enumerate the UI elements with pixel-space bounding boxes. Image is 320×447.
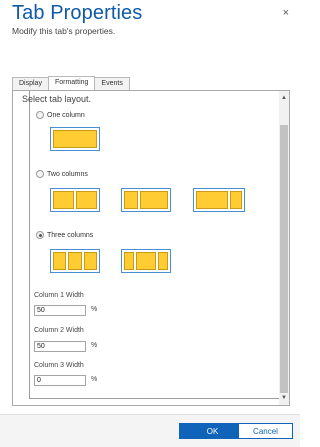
tab-events[interactable]: Events: [94, 77, 130, 90]
layout-cell: [76, 191, 97, 209]
column-3-width-input[interactable]: [34, 375, 86, 386]
percent-unit: %: [91, 376, 98, 383]
dialog-footer: OK Cancel: [0, 414, 300, 447]
radio-button[interactable]: [36, 170, 44, 178]
radio-button[interactable]: [36, 231, 44, 239]
scrollbar[interactable]: ▲ ▼: [279, 91, 289, 405]
dialog-subtitle: Modify this tab's properties.: [12, 26, 116, 36]
radio-button[interactable]: [36, 111, 44, 119]
radio-two-columns[interactable]: Two columns: [36, 170, 88, 178]
layout-one-column[interactable]: [50, 127, 100, 151]
layout-cell: [124, 252, 134, 270]
scrollbar-thumb[interactable]: [280, 125, 288, 393]
layout-cell: [196, 191, 228, 209]
layout-cell: [83, 252, 97, 270]
cancel-button[interactable]: Cancel: [238, 423, 293, 439]
layout-two-wide-narrow[interactable]: [193, 188, 245, 212]
layout-two-narrow-wide[interactable]: [121, 188, 171, 212]
layout-cell: [124, 191, 138, 209]
column-3-width-label: Column 3 Width: [34, 362, 84, 369]
radio-label: Two columns: [47, 170, 88, 178]
percent-unit: %: [91, 342, 98, 349]
layout-three-equal[interactable]: [50, 249, 100, 273]
layout-cell: [158, 252, 168, 270]
close-icon[interactable]: ×: [283, 8, 289, 19]
layout-cell: [53, 191, 74, 209]
radio-label: One column: [47, 111, 85, 119]
tab-bar: Display Formatting Events: [12, 76, 130, 90]
layout-cell: [53, 252, 67, 270]
layout-three-center-wide[interactable]: [121, 249, 171, 273]
radio-label: Three columns: [47, 231, 94, 239]
column-1-width-input[interactable]: [34, 305, 86, 316]
layout-heading: Select tab layout.: [22, 94, 92, 104]
percent-unit: %: [91, 306, 98, 313]
layout-cell: [136, 252, 156, 270]
ok-button[interactable]: OK: [179, 423, 246, 439]
layout-cell: [230, 191, 242, 209]
scroll-down-arrow-icon[interactable]: ▼: [279, 393, 289, 403]
scroll-up-arrow-icon[interactable]: ▲: [279, 93, 289, 103]
radio-three-columns[interactable]: Three columns: [36, 231, 93, 239]
column-2-width-label: Column 2 Width: [34, 327, 84, 334]
tab-display[interactable]: Display: [12, 77, 49, 90]
column-2-width-input[interactable]: [34, 341, 86, 352]
layout-two-equal[interactable]: [50, 188, 100, 212]
dialog-title: Tab Properties: [12, 2, 143, 24]
layout-cell: [53, 130, 97, 148]
tab-formatting[interactable]: Formatting: [47, 76, 96, 90]
column-1-width-label: Column 1 Width: [34, 292, 84, 299]
layout-cell: [140, 191, 168, 209]
layout-cell: [68, 252, 82, 270]
radio-one-column[interactable]: One column: [36, 111, 85, 119]
